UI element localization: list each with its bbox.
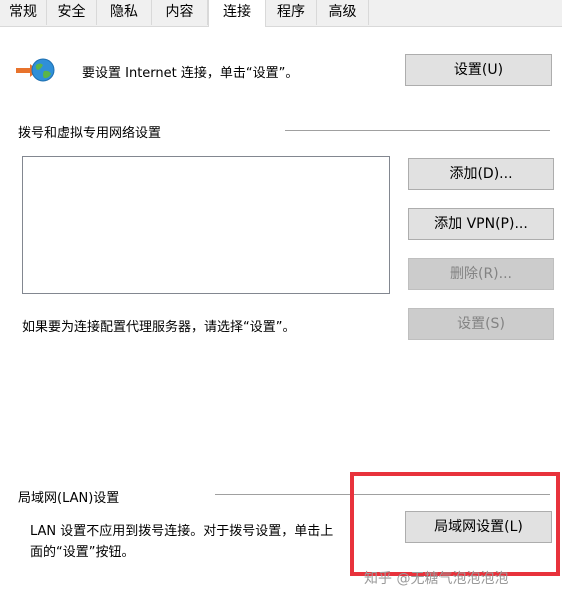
lan-description-line1: LAN 设置不应用到拨号连接。对于拨号设置，单击上	[30, 524, 334, 539]
tab-programs[interactable]: 程序	[266, 0, 317, 25]
proxy-text: 如果要为连接配置代理服务器，请选择“设置”。	[22, 320, 296, 335]
lan-description-line2: 面的“设置”按钮。	[30, 545, 135, 560]
highlight-box	[350, 472, 560, 576]
tab-connections[interactable]: 连接	[208, 0, 266, 27]
tab-privacy[interactable]: 隐私	[97, 0, 152, 25]
tab-general[interactable]: 常规	[0, 0, 47, 25]
add-vpn-button[interactable]: 添加 VPN(P)...	[408, 208, 554, 240]
dialup-separator	[285, 130, 550, 131]
watermark-text: 知乎 @无糖气泡泡泡泡	[364, 571, 509, 587]
lan-section-title: 局域网(LAN)设置	[18, 491, 120, 506]
settings-button[interactable]: 设置(S)	[408, 308, 554, 340]
setup-button[interactable]: 设置(U)	[405, 54, 552, 86]
remove-button[interactable]: 删除(R)...	[408, 258, 554, 290]
tab-strip: 常规 安全 隐私 内容 连接 程序 高级	[0, 0, 562, 27]
tab-content[interactable]: 内容	[152, 0, 208, 25]
tab-advanced[interactable]: 高级	[317, 0, 369, 25]
connections-list[interactable]	[22, 156, 390, 294]
internet-setup-text: 要设置 Internet 连接，单击“设置”。	[82, 66, 299, 81]
tab-security[interactable]: 安全	[47, 0, 97, 25]
dialup-section-title: 拨号和虚拟专用网络设置	[18, 126, 162, 141]
add-button[interactable]: 添加(D)...	[408, 158, 554, 190]
globe-network-icon	[16, 58, 55, 82]
